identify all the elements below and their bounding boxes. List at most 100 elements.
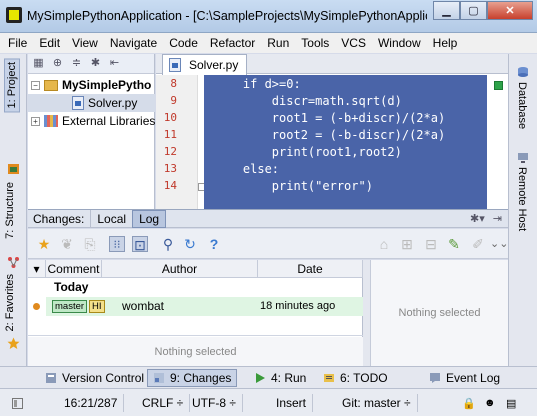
- hide-panel-icon[interactable]: ⇤: [108, 57, 121, 70]
- revert-icon[interactable]: ⊟: [423, 236, 439, 252]
- column-date[interactable]: Date: [258, 260, 363, 278]
- tree-root-label: MySimplePytho: [62, 78, 152, 92]
- window-title: MySimplePythonApplication - [C:\SamplePr…: [27, 9, 427, 23]
- tab-database[interactable]: Database: [516, 82, 528, 129]
- version-control-icon: [46, 373, 56, 383]
- tree-item-label: Solver.py: [88, 96, 138, 110]
- sync-icon[interactable]: ⊕: [51, 57, 64, 70]
- column-filter-icon[interactable]: ▾: [28, 260, 46, 278]
- column-author[interactable]: Author: [102, 260, 258, 278]
- menu-window[interactable]: Window: [378, 36, 421, 50]
- menu-run[interactable]: Run: [267, 36, 289, 50]
- app-icon: [6, 7, 22, 23]
- menu-view[interactable]: View: [72, 36, 98, 50]
- line-number: 13: [163, 162, 177, 175]
- maximize-button[interactable]: ▢: [460, 1, 487, 20]
- project-view-icon[interactable]: ▦: [32, 57, 45, 70]
- tool-changes[interactable]: 9: Changes: [147, 369, 238, 387]
- tab-local[interactable]: Local: [90, 209, 132, 228]
- tool-label: 6: TODO: [340, 371, 388, 385]
- menu-vcs[interactable]: VCS: [341, 36, 366, 50]
- code-line: if d>=0:: [214, 77, 301, 91]
- lock-icon[interactable]: ⌂: [376, 236, 392, 252]
- tab-remote-host[interactable]: Remote Host: [516, 167, 528, 231]
- search-icon[interactable]: ⚲: [160, 236, 176, 252]
- right-tool-stripe: Database Remote Host: [508, 54, 537, 366]
- vcs-branch[interactable]: Git: master ÷: [336, 394, 418, 412]
- edit-icon[interactable]: ✎: [446, 236, 462, 252]
- gear-icon[interactable]: ✱: [89, 57, 102, 70]
- close-button[interactable]: ✕: [487, 1, 533, 20]
- code-line: root2 = (-b-discr)/(2*a): [214, 128, 446, 142]
- tool-label: Version Control: [62, 371, 145, 385]
- tab-project[interactable]: 1: Project: [4, 58, 20, 113]
- layout-icon[interactable]: [12, 398, 23, 409]
- line-number: 14: [163, 179, 177, 192]
- tab-structure[interactable]: 7: Structure: [4, 182, 16, 239]
- code-line: root1 = (-b+discr)/(2*a): [214, 111, 446, 125]
- splitter-handle[interactable]: [363, 260, 370, 366]
- commit-date: 18 minutes ago: [260, 300, 336, 312]
- expand-icon[interactable]: ⌄⌄: [490, 236, 508, 252]
- nothing-selected-details: Nothing selected: [370, 260, 508, 366]
- window-controls: ▁ ▢ ✕: [433, 1, 533, 20]
- column-comment[interactable]: Comment: [46, 260, 102, 278]
- menu-code[interactable]: Code: [169, 36, 198, 50]
- line-number: 10: [163, 111, 177, 124]
- menu-tools[interactable]: Tools: [301, 36, 329, 50]
- star-icon[interactable]: ★: [36, 236, 52, 252]
- expand-icon[interactable]: +: [31, 116, 40, 126]
- changes-header: Changes: Local Log ✱▾ ⇥: [28, 209, 508, 228]
- divider: [28, 335, 363, 336]
- collapse-icon[interactable]: −: [31, 80, 40, 90]
- tool-label: Event Log: [446, 371, 501, 385]
- line-separator[interactable]: CRLF ÷: [136, 394, 191, 412]
- tool-todo[interactable]: 6: TODO: [318, 369, 393, 387]
- compare-icon[interactable]: ⊞: [399, 236, 415, 252]
- refresh-icon[interactable]: ↻: [182, 236, 198, 252]
- gear-icon[interactable]: ✱▾: [470, 212, 485, 225]
- code-line: discr=math.sqrt(d): [214, 94, 402, 108]
- collapse-all-icon[interactable]: ≑: [70, 57, 83, 70]
- file-encoding[interactable]: UTF-8 ÷: [186, 394, 243, 412]
- tree-item-solver[interactable]: Solver.py: [28, 94, 155, 112]
- insert-mode[interactable]: Insert: [270, 394, 314, 412]
- caret-position[interactable]: 16:21/287: [58, 394, 125, 412]
- cherry-pick-icon[interactable]: ❦: [59, 236, 75, 252]
- minimize-button[interactable]: ▁: [433, 1, 460, 20]
- line-number: 8: [170, 77, 177, 90]
- line-number: 12: [163, 145, 177, 158]
- log-toolbar: ★ ❦ ⎘ ⁝⁝ ⊡ ⚲ ↻ ? ⌂ ⊞ ⊟ ✎ ✐ ⌄⌄: [28, 229, 508, 259]
- table-row[interactable]: master HI wombat 18 minutes ago: [33, 297, 363, 316]
- menu-refactor[interactable]: Refactor: [210, 36, 255, 50]
- menu-file[interactable]: File: [8, 36, 27, 50]
- tool-run[interactable]: 4: Run: [249, 369, 311, 387]
- inspector-icon[interactable]: ☻: [484, 397, 496, 409]
- copy-icon[interactable]: ⎘: [82, 236, 98, 252]
- tree-item-libraries[interactable]: + External Libraries: [31, 112, 155, 130]
- editor-tab-solver[interactable]: Solver.py: [162, 54, 248, 75]
- tab-log[interactable]: Log: [132, 209, 167, 228]
- line-gutter: 8 9 10 11 12 13 14: [156, 75, 198, 209]
- code-area[interactable]: if d>=0: discr=math.sqrt(d) root1 = (-b+…: [204, 75, 487, 209]
- annotate-icon[interactable]: ✐: [470, 236, 486, 252]
- run-icon: [256, 373, 265, 383]
- inspection-ok-icon[interactable]: [494, 81, 503, 90]
- tool-event-log[interactable]: Event Log: [424, 369, 505, 387]
- menu-navigate[interactable]: Navigate: [110, 36, 157, 50]
- database-icon: [518, 67, 528, 77]
- menu-edit[interactable]: Edit: [39, 36, 60, 50]
- star-icon: [7, 337, 20, 349]
- tool-version-control[interactable]: Version Control: [40, 369, 149, 387]
- group-today: Today: [54, 280, 89, 294]
- zoom-icon[interactable]: ⊡: [132, 236, 148, 253]
- menu-help[interactable]: Help: [433, 36, 458, 50]
- tab-favorites[interactable]: 2: Favorites: [4, 274, 16, 331]
- help-icon[interactable]: ?: [206, 236, 222, 252]
- lock-icon[interactable]: 🔒: [462, 397, 476, 410]
- branches-icon[interactable]: ⁝⁝: [109, 236, 125, 252]
- tree-root[interactable]: − MySimplePytho: [31, 76, 151, 94]
- code-line: print(root1,root2): [214, 145, 402, 159]
- hide-panel-icon[interactable]: ⇥: [493, 212, 502, 225]
- memory-icon[interactable]: ▤: [506, 397, 516, 410]
